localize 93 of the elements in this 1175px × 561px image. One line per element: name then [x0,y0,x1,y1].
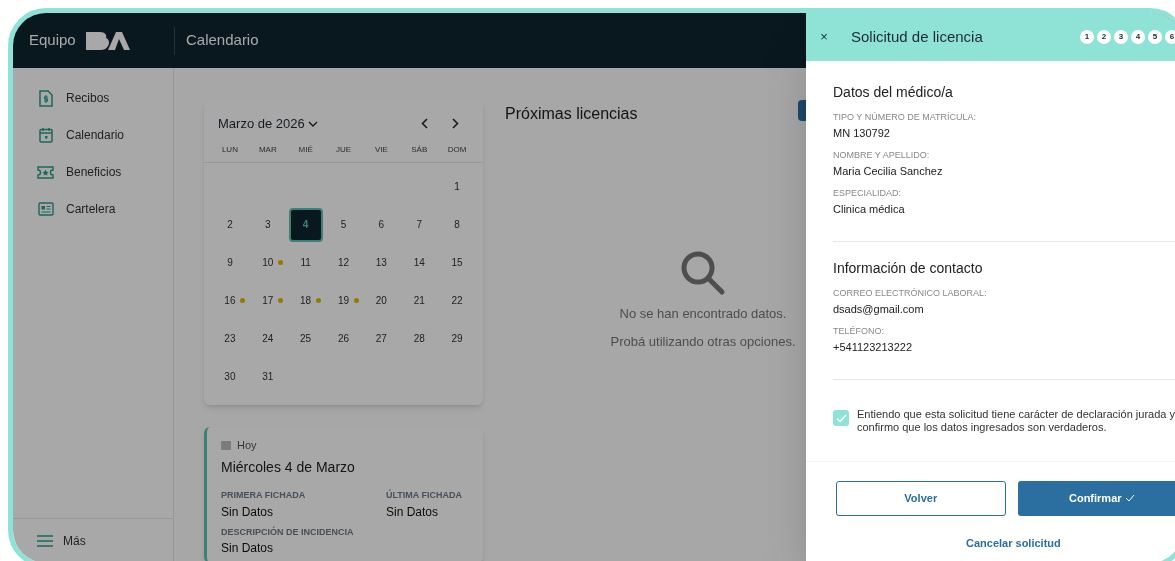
calendar-day[interactable]: 29 [451,331,463,346]
calendar-icon [38,127,53,143]
field-value: Clinica médica [833,201,906,217]
section-title: Datos del médico/a [833,83,954,102]
calendar-day[interactable]: 13 [375,255,387,270]
field-label: DESCRIPCIÓN DE INCIDENCIA [221,525,355,539]
field-value: Sin Datos [221,540,275,557]
calendar-day[interactable]: 19 [337,293,350,308]
calendar-day[interactable]: 21 [413,293,425,308]
page-title: Calendario [185,30,259,51]
sidebar-item[interactable]: Calendario [66,126,125,144]
close-button[interactable]: × [818,27,830,47]
calendar-day[interactable]: 1 [454,179,460,194]
search-icon [680,250,726,296]
field-label: NOMBRE Y APELLIDO: [833,149,931,162]
empty-state-title: No se han encontrado datos. [619,305,787,323]
cancel-link[interactable]: Cancelar solicitud [966,534,1061,551]
section-title: Próximas licencias [505,104,638,124]
confirm-button[interactable]: Confirmar [1017,480,1175,516]
calendar-day[interactable]: 20 [375,293,387,308]
calendar-icon [221,439,231,450]
step-indicator: 3 [1114,30,1128,44]
more-link[interactable]: Más [63,532,86,550]
step-indicator: 1 [1080,30,1094,44]
calendar-day[interactable]: 31 [262,369,274,384]
consent-text: Entiendo que esta solicitud tiene carácter de declaración jurada y confirmo que los datos ingresados son verdaderos. [857,408,1175,434]
calendar-day[interactable]: 27 [375,331,387,346]
field-label: ESPECIALIDAD: [833,187,903,200]
weekday-label: DOM [446,143,468,156]
field-value: dsads@gmail.com [833,301,925,317]
receipt-icon [38,89,53,107]
calendar-day[interactable]: 18 [300,293,312,308]
sidebar-item[interactable]: Cartelera [66,200,116,218]
brand-text: Equipo [29,30,76,51]
drawer-title: Solicitud de licencia [851,26,983,47]
field-value: Maria Cecilia Sanchez [833,163,944,179]
calendar-day[interactable]: 15 [451,255,463,270]
step-indicator: 6 [1165,30,1175,44]
weekday-label: LUN [220,143,239,156]
calendar-day[interactable]: 28 [413,331,425,346]
today-label: Hoy [237,437,257,453]
calendar-day[interactable]: 9 [227,255,233,270]
field-label: CORREO ELECTRÓNICO LABORAL: [833,287,988,300]
calendar-day[interactable]: 4 [288,207,323,242]
calendar-day[interactable]: 22 [451,293,463,308]
consent-checkbox[interactable] [833,410,849,426]
step-indicator: 5 [1148,30,1162,44]
month-selector[interactable]: Marzo de 2026 [218,114,305,134]
step-indicator: 2 [1097,30,1111,44]
calendar-day[interactable]: 2 [227,217,233,232]
calendar-day[interactable]: 12 [337,255,350,270]
calendar-day[interactable]: 10 [262,255,274,270]
calendar-day[interactable]: 6 [378,217,385,232]
calendar-day[interactable]: 17 [262,293,274,308]
field-value: Sin Datos [221,503,275,521]
field-label: TELÉFONO: [833,325,885,338]
calendar-day[interactable]: 26 [337,331,350,346]
calendar-day[interactable]: 14 [413,255,425,270]
calendar-day[interactable]: 11 [300,255,311,270]
logo-icon [83,29,130,52]
calendar-day[interactable]: 5 [340,217,347,232]
empty-state-hint: Probá utilizando otras opciones. [610,332,796,351]
next-icon[interactable] [452,118,459,130]
weekday-label: MAR [257,143,278,156]
board-icon [37,202,54,216]
field-label: ÚLTIMA FICHADA [386,489,463,502]
field-value: +541123213222 [833,339,914,355]
back-button[interactable]: Volver [836,480,1006,516]
previous-icon[interactable] [421,118,428,130]
section-title: Información de contacto [833,259,984,278]
today-date: Miércoles 4 de Marzo [221,458,356,477]
step-indicator: 4 [1131,30,1145,44]
field-label: PRIMERA FICHADA [221,489,307,502]
calendar-day[interactable]: 23 [224,331,236,346]
weekday-label: MIÉ [297,143,314,156]
field-value: Sin Datos [386,503,440,521]
ticket-icon [37,165,54,179]
calendar-day[interactable]: 25 [300,331,312,346]
check-icon [1124,494,1135,502]
calendar-day[interactable]: 3 [265,217,271,232]
sidebar-item[interactable]: Beneficios [66,163,122,181]
weekday-label: JUE [334,143,353,156]
calendar-day[interactable]: 7 [416,217,422,232]
field-label: TIPO Y NÚMERO DE MATRÍCULA: [833,111,978,124]
weekday-label: SÁB [410,143,429,156]
field-value: MN 130792 [833,125,891,141]
calendar-day[interactable]: 16 [224,293,236,308]
sidebar-item[interactable]: Recibos [66,89,110,107]
calendar-day[interactable]: 8 [454,217,460,232]
chevron-down-icon[interactable] [307,120,318,127]
calendar-day[interactable]: 24 [262,331,274,346]
calendar-day[interactable]: 30 [224,369,236,384]
weekday-label: VIE [373,143,389,156]
